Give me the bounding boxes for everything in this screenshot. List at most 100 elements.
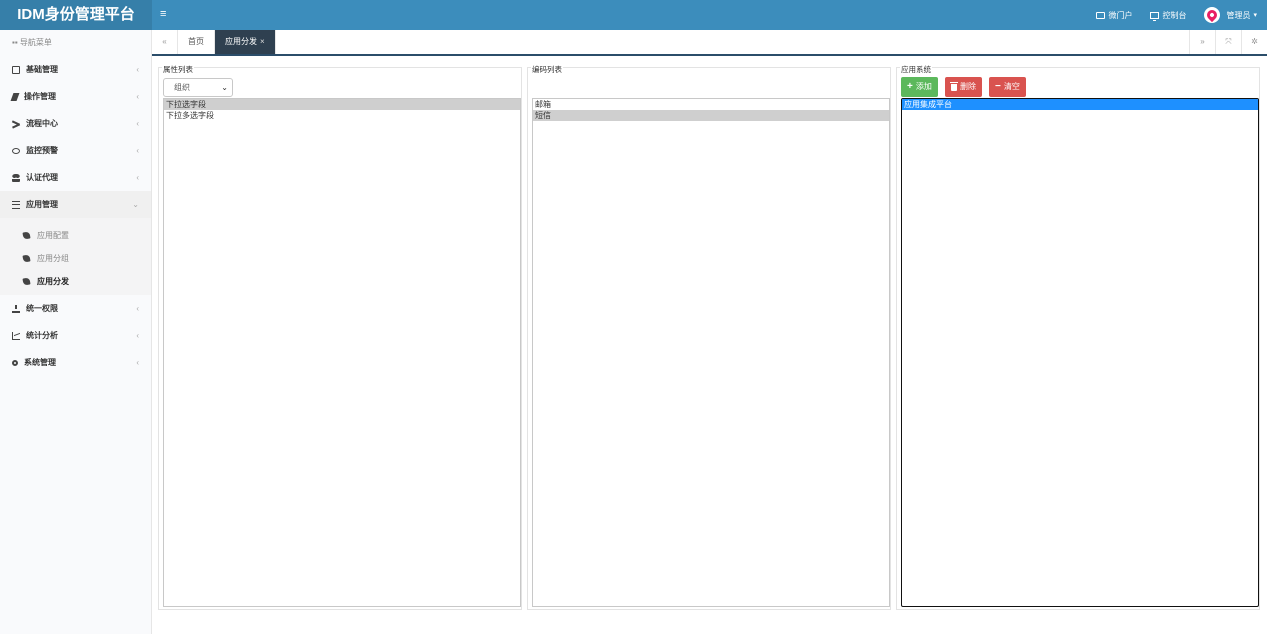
add-button[interactable]: + 添加 xyxy=(901,77,938,97)
sidebar-item-basic[interactable]: 基础管理 ‹ xyxy=(0,56,151,83)
sitemap-icon xyxy=(12,304,20,313)
leaf-icon xyxy=(22,231,31,240)
console-label: 控制台 xyxy=(1162,10,1187,20)
chevron-down-icon: ⌄ xyxy=(221,83,228,92)
list-icon xyxy=(12,200,20,209)
users-icon xyxy=(12,173,20,182)
sidebar-item-label: 统一权限 xyxy=(26,304,58,313)
sidebar-item-app-management[interactable]: 应用管理 ⌄ xyxy=(0,191,151,218)
top-nav-links: 微门户 控制台 管理员 ▾ xyxy=(1096,0,1267,30)
chevron-left-icon: ‹ xyxy=(136,331,139,340)
gear-icon[interactable]: ✲ xyxy=(1241,30,1267,54)
panel-title: 属性列表 xyxy=(162,64,194,75)
attribute-listbox[interactable]: 下拉选字段 下拉多选字段 xyxy=(163,98,521,607)
shuffle-icon xyxy=(12,120,20,128)
area-chart-icon xyxy=(12,331,20,340)
id-card-icon xyxy=(12,65,20,74)
leaf-icon xyxy=(22,277,31,286)
chevron-left-icon: ‹ xyxy=(136,65,139,74)
chevron-left-icon: ‹ xyxy=(136,358,139,367)
tab-home[interactable]: 首页 xyxy=(178,30,215,54)
user-menu[interactable]: 管理员 ▾ xyxy=(1204,7,1257,23)
scroll-tabs-right-button[interactable]: » xyxy=(1189,30,1215,54)
eye-icon xyxy=(12,147,20,154)
list-item[interactable]: 邮箱 xyxy=(533,99,889,110)
sidebar-item-label: 认证代理 xyxy=(26,173,58,182)
sidebar-item-label: 统计分析 xyxy=(26,331,58,340)
sidebar-subitem-label: 应用分组 xyxy=(37,254,69,263)
app-system-listbox[interactable]: 应用集成平台 xyxy=(901,98,1259,607)
code-listbox[interactable]: 邮箱 短信 xyxy=(532,98,890,607)
sidebar-toggle-icon[interactable]: ≡ xyxy=(160,0,166,30)
sidebar-item-label: 应用管理 xyxy=(26,200,58,209)
tab-label: 应用分发 xyxy=(225,37,257,46)
sidebar-subitem-app-config[interactable]: 应用配置 xyxy=(0,224,151,247)
sidebar-item-statistics[interactable]: 统计分析 ‹ xyxy=(0,322,151,349)
scroll-tabs-left-button[interactable]: « xyxy=(152,30,178,54)
list-item[interactable]: 应用集成平台 xyxy=(902,99,1258,110)
main-content: 属性列表 组织 ⌄ 下拉选字段 下拉多选字段 编码列表 邮箱 短信 应用系统 +… xyxy=(152,56,1267,634)
sidebar-subitem-label: 应用分发 xyxy=(37,277,69,286)
sidebar-subitem-label: 应用配置 xyxy=(37,231,69,240)
user-name: 管理员 xyxy=(1226,10,1251,20)
sidebar-item-unified-permission[interactable]: 统一权限 ‹ xyxy=(0,295,151,322)
sidebar-item-system[interactable]: 系统管理 ‹ xyxy=(0,349,151,376)
sidebar-subitem-app-distribute[interactable]: 应用分发 xyxy=(0,270,151,293)
monitor-icon xyxy=(1150,11,1160,21)
sidebar-item-label: 监控预警 xyxy=(26,146,58,155)
page-tabs: 首页 应用分发 × xyxy=(178,30,276,54)
list-item[interactable]: 下拉多选字段 xyxy=(164,110,520,121)
portal-label: 微门户 xyxy=(1108,10,1133,20)
avatar xyxy=(1204,7,1221,23)
close-icon[interactable]: × xyxy=(260,37,265,46)
panel-title: 应用系统 xyxy=(900,64,932,75)
chevron-left-icon: ‹ xyxy=(136,92,139,101)
brand-logo[interactable]: IDM身份管理平台 xyxy=(0,0,152,30)
map-marker-icon xyxy=(1205,7,1220,23)
list-item[interactable]: 短信 xyxy=(533,110,889,121)
attribute-list-panel: 属性列表 组织 ⌄ 下拉选字段 下拉多选字段 xyxy=(158,64,522,610)
delete-label: 删除 xyxy=(960,82,976,91)
code-list-panel: 编码列表 邮箱 短信 xyxy=(527,64,891,610)
fullscreen-button[interactable]: ⤧ xyxy=(1215,30,1241,54)
sidebar-item-auth-proxy[interactable]: 认证代理 ‹ xyxy=(0,164,151,191)
chevron-left-icon: ‹ xyxy=(136,146,139,155)
delete-button[interactable]: 删除 xyxy=(945,77,982,97)
attribute-type-select[interactable]: 组织 ⌄ xyxy=(163,78,233,97)
th-icon: ▪▪ xyxy=(12,38,20,47)
chevron-left-icon: ‹ xyxy=(136,304,139,313)
caret-down-icon: ▾ xyxy=(1253,12,1257,19)
select-value: 组织 xyxy=(174,83,190,92)
top-navbar: IDM身份管理平台 ≡ 微门户 控制台 管理员 ▾ xyxy=(0,0,1267,30)
app-system-panel: 应用系统 + 添加 删除 − 清空 应用集成平台 xyxy=(896,64,1260,610)
chevron-left-icon: ‹ xyxy=(136,119,139,128)
sidebar-item-label: 基础管理 xyxy=(26,65,58,74)
chevron-left-icon: ‹ xyxy=(136,173,139,182)
leaf-icon xyxy=(22,254,31,263)
list-item[interactable]: 下拉选字段 xyxy=(164,99,520,110)
clear-label: 清空 xyxy=(1003,82,1020,91)
chevron-down-icon: ⌄ xyxy=(132,200,139,209)
sidebar-item-monitor[interactable]: 监控预警 ‹ xyxy=(0,137,151,164)
sidebar-item-workflow[interactable]: 流程中心 ‹ xyxy=(0,110,151,137)
clear-button[interactable]: − 清空 xyxy=(989,77,1026,97)
plus-icon: + xyxy=(907,81,913,92)
sidebar-item-label: 操作管理 xyxy=(24,92,56,101)
add-label: 添加 xyxy=(915,82,932,91)
tab-app-distribute[interactable]: 应用分发 × xyxy=(215,30,276,54)
pencil-icon xyxy=(10,92,20,101)
sidebar-item-label: 系统管理 xyxy=(24,358,56,367)
sidebar-title: 导航菜单 xyxy=(19,38,52,47)
tab-bar: « 首页 应用分发 × » ⤧ ✲ xyxy=(152,30,1267,56)
panel-title: 编码列表 xyxy=(531,64,563,75)
console-link[interactable]: 控制台 xyxy=(1150,10,1186,21)
portal-link[interactable]: 微门户 xyxy=(1096,10,1132,21)
trash-icon xyxy=(950,81,958,91)
sidebar-header: ▪▪ 导航菜单 xyxy=(0,30,151,56)
sidebar-item-label: 流程中心 xyxy=(26,119,58,128)
cogs-icon xyxy=(12,359,18,366)
sidebar-subitem-app-group[interactable]: 应用分组 xyxy=(0,247,151,270)
sidebar-item-operation[interactable]: 操作管理 ‹ xyxy=(0,83,151,110)
sidebar: ▪▪ 导航菜单 基础管理 ‹ 操作管理 ‹ 流程中心 ‹ 监控预警 ‹ 认证代理… xyxy=(0,30,152,634)
minus-icon: − xyxy=(995,81,1001,92)
